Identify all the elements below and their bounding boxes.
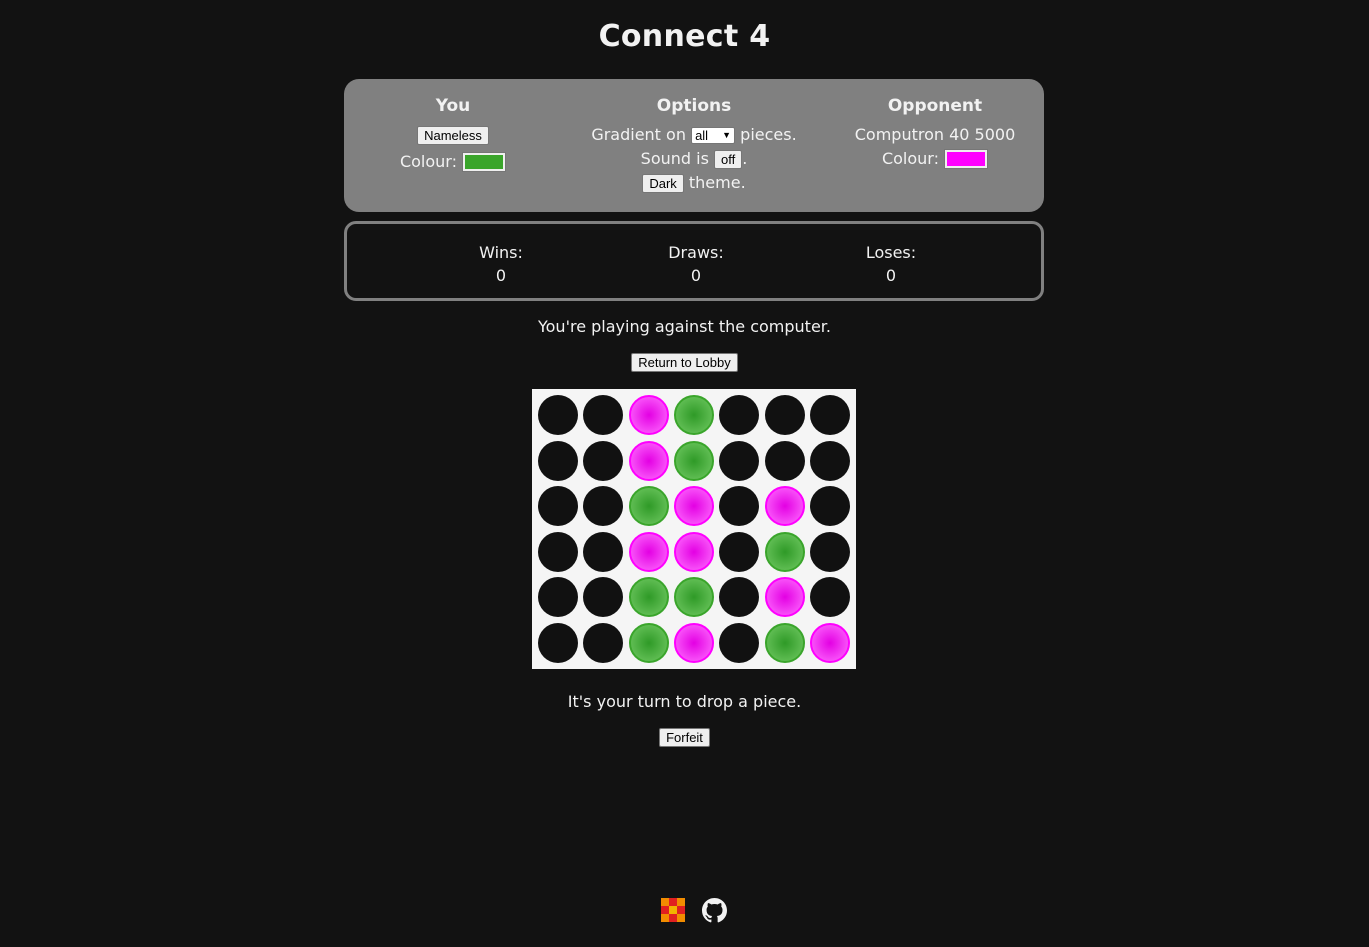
player-piece[interactable] [628,486,669,526]
app-logo-icon[interactable] [661,898,686,923]
sound-toggle-button[interactable]: off [714,150,743,169]
empty-slot[interactable] [538,440,578,481]
empty-slot[interactable] [538,622,578,663]
empty-slot[interactable] [719,577,760,617]
loses-value: 0 [885,266,897,285]
theme-toggle-button[interactable]: Dark [642,174,684,193]
empty-slot[interactable] [583,531,624,572]
empty-slot[interactable] [809,440,850,481]
player-name-button[interactable]: Nameless [417,126,489,145]
wins-stat: Wins: 0 [441,241,561,287]
draws-stat: Draws: 0 [636,241,756,287]
gradient-suffix: pieces. [740,125,797,144]
draws-label: Draws: [668,243,724,262]
empty-slot[interactable] [583,486,624,526]
gradient-select[interactable]: all ▼ [691,127,736,144]
empty-slot[interactable] [764,395,805,435]
opponent-piece[interactable] [628,531,669,572]
chevron-down-icon: ▼ [722,130,732,140]
opponent-heading: Opponent [887,96,983,116]
turn-status-text: It's your turn to drop a piece. [567,692,802,711]
empty-slot[interactable] [719,531,760,572]
player-piece[interactable] [673,577,714,617]
opponent-piece[interactable] [673,622,714,663]
empty-slot[interactable] [764,440,805,481]
score-panel: Wins: 0 Draws: 0 Loses: 0 [344,221,1044,301]
wins-label: Wins: [479,243,523,262]
page-title: Connect 4 [598,19,771,54]
opponent-name: Computron 40 5000 [854,125,1016,144]
player-piece[interactable] [764,531,805,572]
options-heading: Options [656,96,732,116]
game-board[interactable] [532,389,856,669]
you-section: You Nameless Colour: [344,95,562,174]
you-heading: You [435,96,471,116]
empty-slot[interactable] [583,440,624,481]
opponent-piece[interactable] [673,486,714,526]
opponent-piece[interactable] [764,486,805,526]
empty-slot[interactable] [538,577,578,617]
sound-label: Sound is [640,149,709,168]
footer [661,897,731,925]
empty-slot[interactable] [719,622,760,663]
opponent-piece[interactable] [809,622,850,663]
empty-slot[interactable] [583,577,624,617]
opponent-piece[interactable] [673,531,714,572]
player-piece[interactable] [764,622,805,663]
wins-value: 0 [495,266,507,285]
opponent-colour-picker[interactable] [944,148,989,169]
empty-slot[interactable] [809,531,850,572]
empty-slot[interactable] [719,440,760,481]
forfeit-button[interactable]: Forfeit [659,728,710,747]
loses-stat: Loses: 0 [831,241,951,287]
player-piece[interactable] [628,622,669,663]
empty-slot[interactable] [538,531,578,572]
player-piece[interactable] [673,395,714,435]
empty-slot[interactable] [809,486,850,526]
theme-suffix: theme. [688,173,746,192]
page: Connect 4 You Nameless Colour: Options G… [0,0,1369,947]
opponent-status-text: You're playing against the computer. [537,317,831,336]
opponent-colour-label: Colour: [881,149,939,168]
sound-suffix: . [742,149,748,168]
github-icon[interactable] [702,898,727,923]
you-colour-picker[interactable] [462,151,507,172]
empty-slot[interactable] [538,395,578,435]
player-piece[interactable] [673,440,714,481]
opponent-piece[interactable] [628,440,669,481]
you-colour-label: Colour: [399,152,457,171]
empty-slot[interactable] [809,395,850,435]
player-piece[interactable] [628,577,669,617]
draws-value: 0 [690,266,702,285]
settings-panel: You Nameless Colour: Options Gradient on… [344,79,1044,212]
opponent-piece[interactable] [764,577,805,617]
empty-slot[interactable] [583,622,624,663]
options-section: Options Gradient on all ▼ pieces. Sound i… [564,95,824,195]
empty-slot[interactable] [719,486,760,526]
empty-slot[interactable] [809,577,850,617]
opponent-section: Opponent Computron 40 5000 Colour: [826,95,1044,171]
return-to-lobby-button[interactable]: Return to Lobby [631,353,738,372]
opponent-piece[interactable] [628,395,669,435]
gradient-label: Gradient on [591,125,686,144]
empty-slot[interactable] [538,486,578,526]
empty-slot[interactable] [583,395,624,435]
empty-slot[interactable] [719,395,760,435]
loses-label: Loses: [865,243,917,262]
